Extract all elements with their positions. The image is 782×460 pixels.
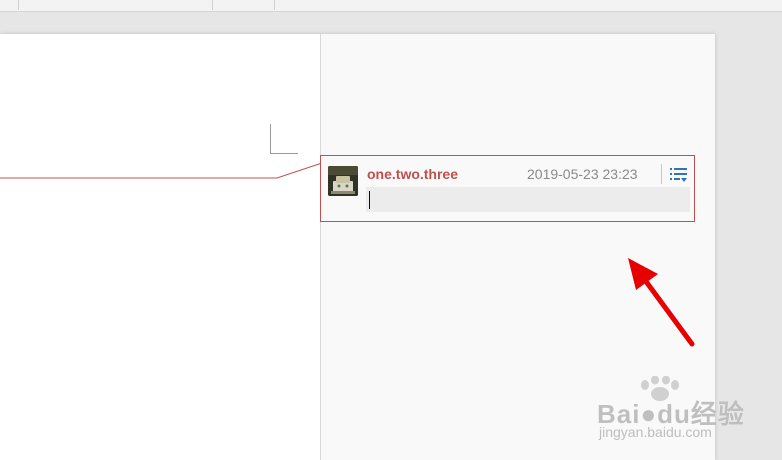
comment-text-field[interactable] [366,187,690,212]
ribbon-separator [18,0,19,10]
comment-leader-line [0,161,326,179]
header-divider [661,164,662,184]
text-cursor [369,191,370,209]
comment-timestamp: 2019-05-23 23:23 [527,166,638,182]
red-arrow-annotation [628,258,695,347]
comment-pane [320,34,715,460]
user-avatar [328,166,358,196]
comment-menu-button[interactable] [666,164,690,186]
ribbon-separator [212,0,213,10]
comment-card[interactable]: one.two.three 2019-05-23 23:23 [320,155,695,222]
comment-author: one.two.three [367,166,459,182]
list-menu-icon [670,168,687,182]
ribbon-strip [0,0,782,12]
ribbon-separator [274,0,275,10]
